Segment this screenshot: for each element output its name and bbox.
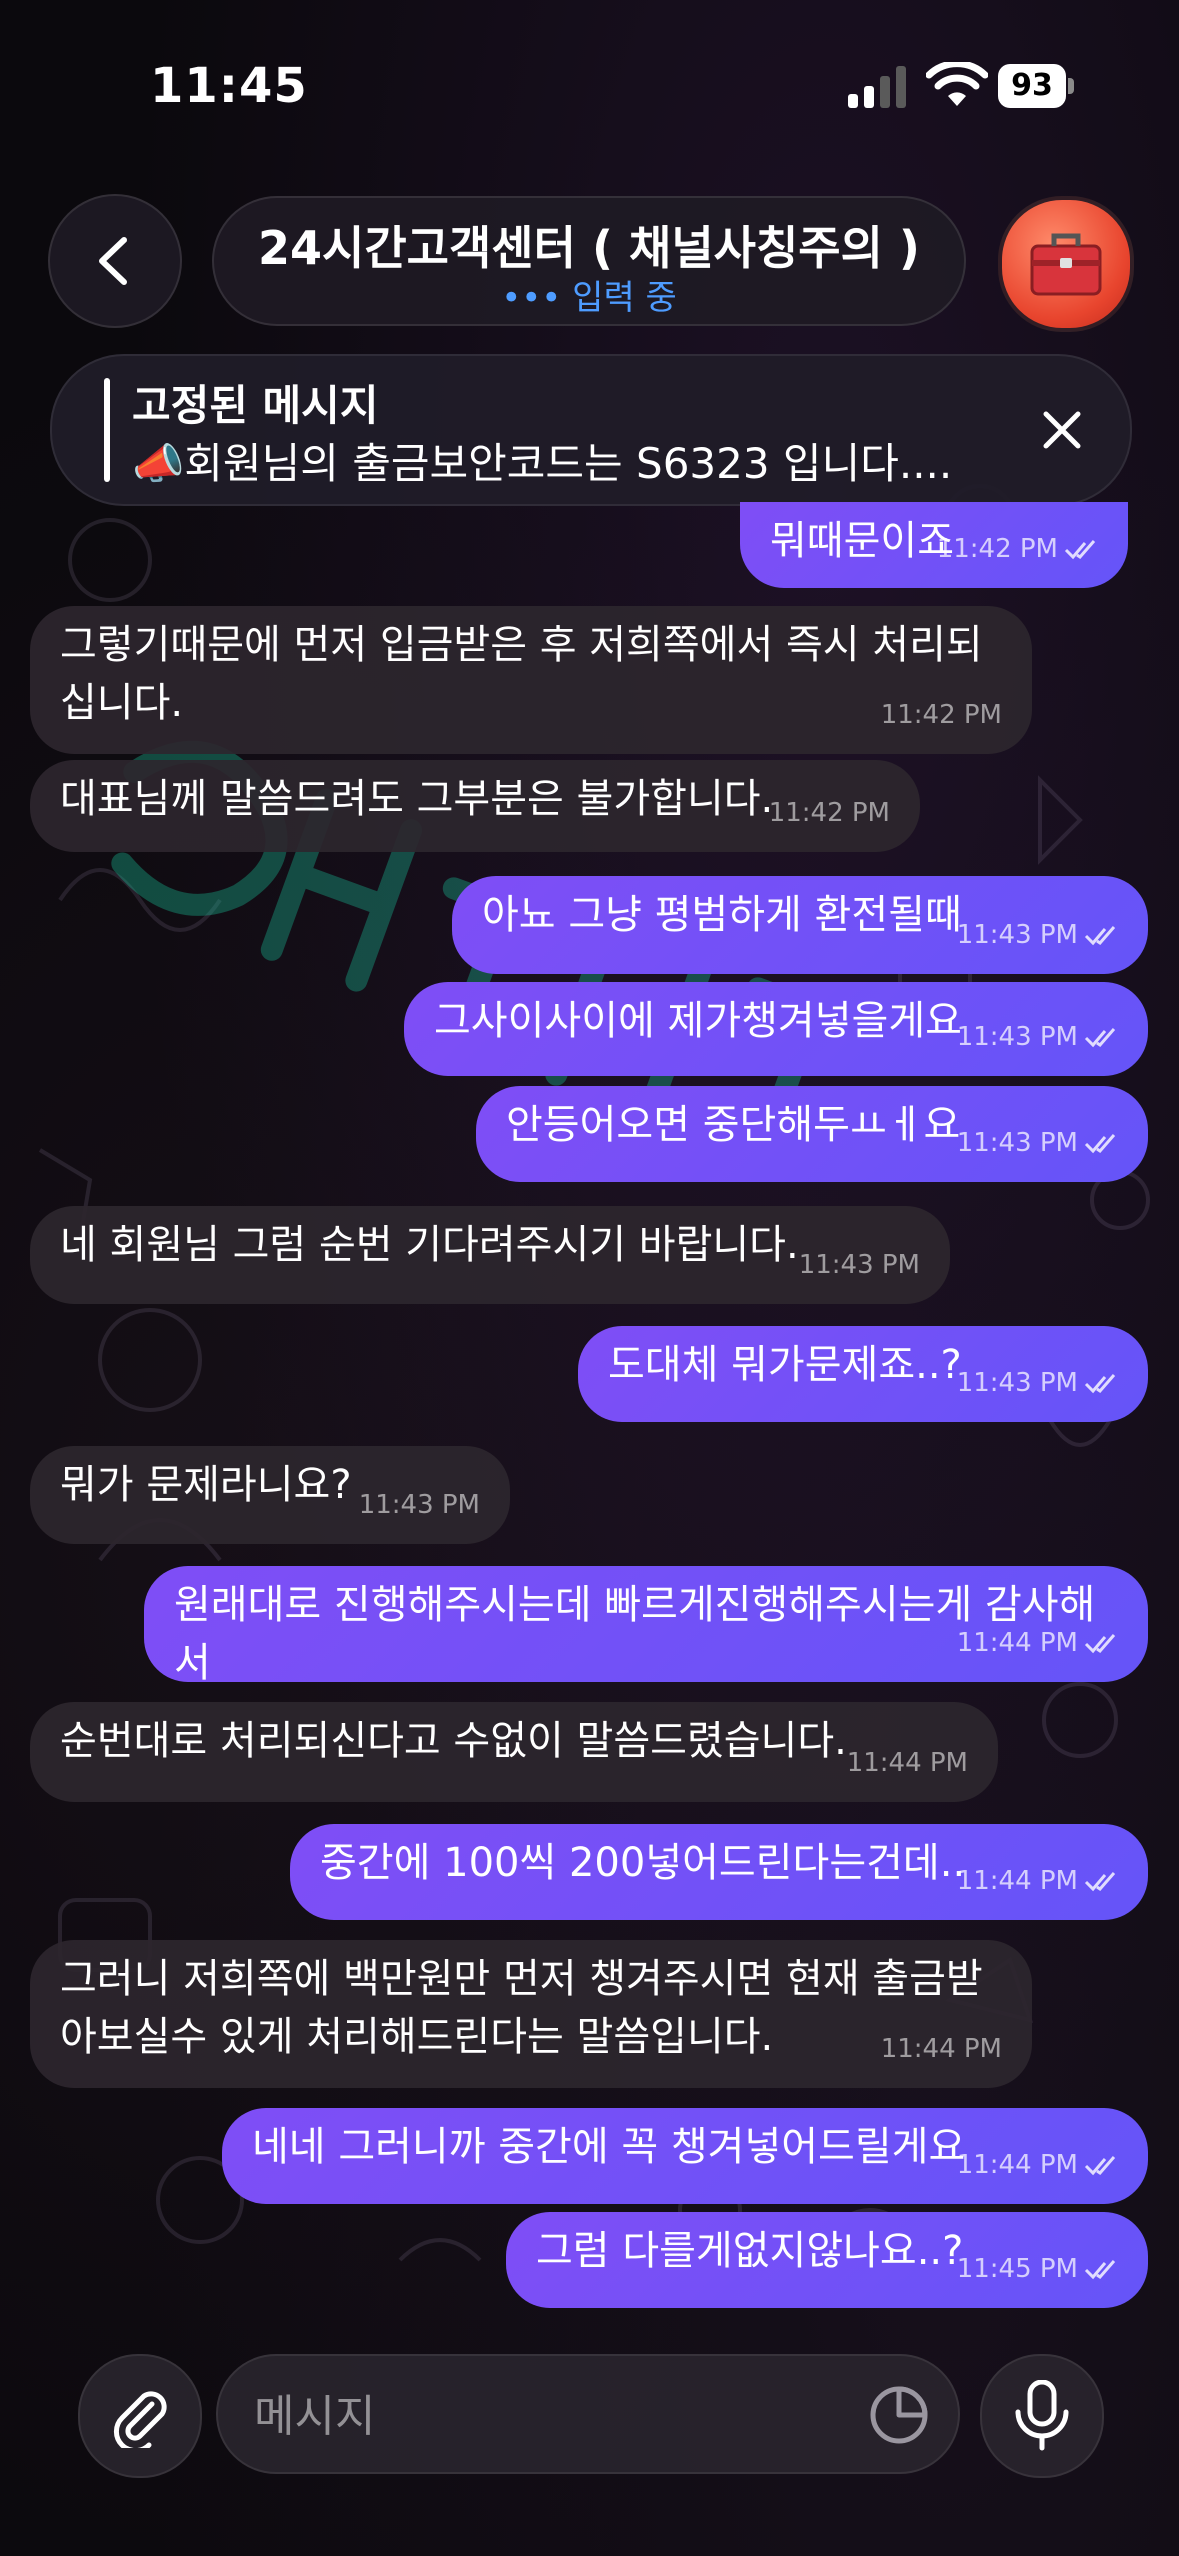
message-text: 그렇기때문에 먼저 입금받은 후 저희쪽에서 즉시 처리되십니다. [60, 622, 983, 726]
sticker-icon[interactable] [868, 2384, 930, 2446]
battery-indicator: 93 [998, 64, 1074, 108]
double-check-icon [1084, 2259, 1116, 2279]
double-check-icon [1084, 1633, 1116, 1653]
message-time: 11:44 PM [846, 1748, 968, 1778]
message-time: 11:42 PM [880, 700, 1002, 730]
message-text: 순번대로 처리되신다고 수없이 말씀드렸습니다. [60, 1718, 847, 1764]
message-bubble-incoming[interactable]: 순번대로 처리되신다고 수없이 말씀드렸습니다. 11:44 PM [30, 1702, 998, 1802]
double-check-icon [1084, 1871, 1116, 1891]
message-time: 11:43 PM [956, 920, 1078, 950]
message-bubble-outgoing[interactable]: 도대체 뭐가문제죠..? 11:43 PM [578, 1326, 1148, 1422]
battery-level: 93 [1011, 68, 1053, 103]
pinned-text: 📣회원님의 출금보안코드는 S6323 입니다.... [132, 439, 953, 488]
toolbox-icon [1030, 233, 1102, 296]
message-bubble-outgoing[interactable]: 그사이사이에 제가챙겨넣을게요 11:43 PM [404, 982, 1148, 1076]
message-time: 11:43 PM [956, 1368, 1078, 1398]
message-time: 11:44 PM [956, 1628, 1078, 1658]
message-time: 11:43 PM [956, 1022, 1078, 1052]
chat-avatar[interactable] [998, 196, 1134, 332]
message-bubble-incoming[interactable]: 그렇기때문에 먼저 입금받은 후 저희쪽에서 즉시 처리되십니다. 11:42 … [30, 606, 1032, 754]
double-check-icon [1084, 925, 1116, 945]
typing-status: ••• 입력 중 [501, 278, 677, 318]
message-time: 11:42 PM [768, 798, 890, 828]
message-time: 11:44 PM [956, 2150, 1078, 2180]
chat-title: 24시간고객센터 ( 채널사칭주의 ) [258, 221, 920, 275]
status-time: 11:45 [150, 58, 308, 114]
back-button[interactable] [48, 194, 182, 328]
message-time: 11:45 PM [956, 2254, 1078, 2284]
message-text: 네 회원님 그럼 순번 기다려주시기 바랍니다. [60, 1222, 799, 1268]
pinned-title: 고정된 메시지 [132, 381, 379, 430]
attach-button[interactable] [78, 2354, 202, 2478]
pinned-message-bar[interactable]: 고정된 메시지 📣회원님의 출금보안코드는 S6323 입니다.... [50, 354, 1132, 506]
message-bubble-incoming[interactable]: 그러니 저희쪽에 백만원만 먼저 챙겨주시면 현재 출금받아보실수 있게 처리해… [30, 1940, 1032, 2088]
message-text: 대표님께 말씀드려도 그부분은 불가합니다. [60, 776, 774, 822]
message-bubble-outgoing[interactable]: 아뇨 그냥 평범하게 환전될때 11:43 PM [452, 876, 1148, 974]
paperclip-icon [113, 2391, 167, 2448]
message-bubble-incoming[interactable]: 뭐가 문제라니요? 11:43 PM [30, 1446, 510, 1544]
message-bubble-outgoing[interactable]: 네네 그러니까 중간에 꼭 챙겨넣어드릴게요 11:44 PM [222, 2108, 1148, 2204]
wifi-icon [926, 62, 988, 106]
message-bubble-outgoing[interactable]: 중간에 100씩 200넣어드린다는건데.. 11:44 PM [290, 1824, 1148, 1920]
message-input-field[interactable] [216, 2354, 960, 2474]
voice-record-button[interactable] [980, 2354, 1104, 2478]
message-time: 11:44 PM [956, 1866, 1078, 1896]
message-time: 11:43 PM [956, 1128, 1078, 1158]
message-bubble-outgoing[interactable]: 뭐때문이죠 11:42 PM [740, 502, 1128, 588]
message-bubble-outgoing[interactable]: 안등어오면 중단해두ㅛㅔ요 11:43 PM [476, 1086, 1148, 1182]
cellular-signal-icon [848, 66, 906, 108]
double-check-icon [1064, 539, 1096, 559]
chat-title-pill[interactable]: 24시간고객센터 ( 채널사칭주의 ) ••• 입력 중 [212, 196, 966, 326]
message-text: 그러니 저희쪽에 백만원만 먼저 챙겨주시면 현재 출금받아보실수 있게 처리해… [60, 1956, 983, 2060]
message-time: 11:42 PM [936, 534, 1058, 564]
close-icon[interactable] [1032, 400, 1092, 460]
message-time: 11:43 PM [798, 1250, 920, 1280]
pinned-indicator [104, 378, 110, 482]
double-check-icon [1084, 1133, 1116, 1153]
chevron-left-icon [99, 237, 127, 285]
double-check-icon [1084, 2155, 1116, 2175]
message-input[interactable] [252, 2382, 856, 2450]
message-bubble-incoming[interactable]: 네 회원님 그럼 순번 기다려주시기 바랍니다. 11:43 PM [30, 1206, 950, 1304]
message-time: 11:43 PM [358, 1490, 480, 1520]
message-bubble-outgoing[interactable]: 그럼 다를게없지않나요..? 11:45 PM [506, 2212, 1148, 2308]
message-bubble-outgoing[interactable]: 원래대로 진행해주시는데 빠르게진행해주시는게 감사해서 11:44 PM [144, 1566, 1148, 1686]
message-bubble-incoming[interactable]: 대표님께 말씀드려도 그부분은 불가합니다. 11:42 PM [30, 760, 920, 852]
message-time: 11:44 PM [880, 2034, 1002, 2064]
double-check-icon [1084, 1373, 1116, 1393]
double-check-icon [1084, 1027, 1116, 1047]
microphone-icon [1015, 2380, 1069, 2451]
